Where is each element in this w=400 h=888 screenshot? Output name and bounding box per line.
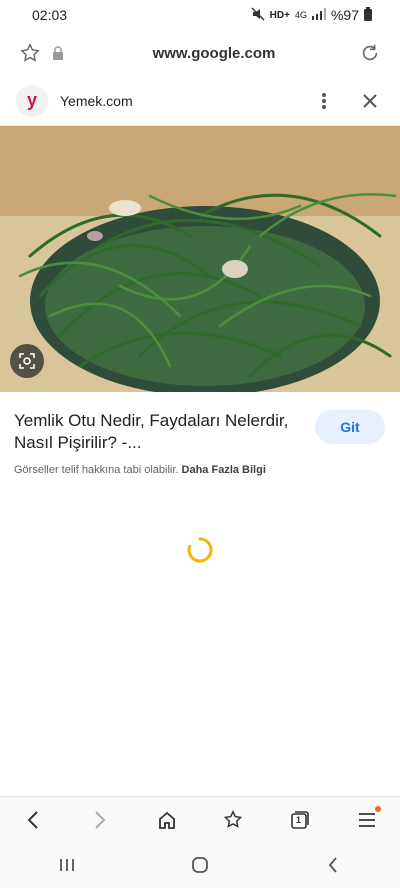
close-icon[interactable] <box>356 87 384 115</box>
lock-icon[interactable] <box>44 39 72 67</box>
back-icon[interactable] <box>13 800 53 840</box>
result-title[interactable]: Yemlik Otu Nedir, Faydaları Nelerdir, Na… <box>14 410 294 454</box>
favicon-letter: y <box>26 90 37 110</box>
reload-icon[interactable] <box>356 39 384 67</box>
loading-spinner-icon <box>186 536 214 564</box>
network-type: 4G <box>294 10 307 20</box>
notification-dot <box>374 806 381 812</box>
system-navigation-bar <box>0 842 400 888</box>
result-info: Yemlik Otu Nedir, Faydaları Nelerdir, Na… <box>0 392 400 492</box>
address-bar: www.google.com <box>0 30 400 76</box>
forward-icon[interactable] <box>80 800 120 840</box>
battery-icon <box>364 6 372 24</box>
result-image[interactable] <box>0 126 400 392</box>
status-icons: HD+ 4G %97 <box>251 6 372 24</box>
signal-icon <box>311 7 326 23</box>
battery-text: %97 <box>330 7 359 23</box>
tab-count: 1 <box>295 815 301 825</box>
bookmark-star-icon[interactable] <box>16 39 44 67</box>
site-name[interactable]: Yemek.com <box>60 93 310 109</box>
status-time: 02:03 <box>32 7 68 23</box>
site-header: y Yemek.com <box>0 76 400 126</box>
home-icon[interactable] <box>147 800 187 840</box>
hd-icon: HD+ <box>269 9 290 21</box>
copyright-notice: Görseller telif hakkına tabi olabilir. D… <box>14 464 266 476</box>
recent-apps-icon[interactable] <box>47 845 87 885</box>
bookmarks-icon[interactable] <box>213 800 253 840</box>
home-button-icon[interactable] <box>180 845 220 885</box>
go-button[interactable]: Git <box>315 410 385 444</box>
tabs-icon[interactable]: 1 <box>280 800 320 840</box>
status-bar: 02:03 HD+ 4G %97 <box>0 0 400 30</box>
url-text[interactable]: www.google.com <box>72 45 356 62</box>
lens-search-icon[interactable] <box>10 344 44 378</box>
mute-icon <box>251 6 265 24</box>
copyright-text: Görseller telif hakkına tabi olabilir. <box>14 464 179 476</box>
more-vert-icon[interactable] <box>310 87 338 115</box>
browser-toolbar: 1 <box>0 796 400 843</box>
site-favicon: y <box>16 84 48 117</box>
menu-icon[interactable] <box>347 800 387 840</box>
system-back-icon[interactable] <box>313 845 353 885</box>
more-info-link[interactable]: Daha Fazla Bilgi <box>182 464 266 476</box>
